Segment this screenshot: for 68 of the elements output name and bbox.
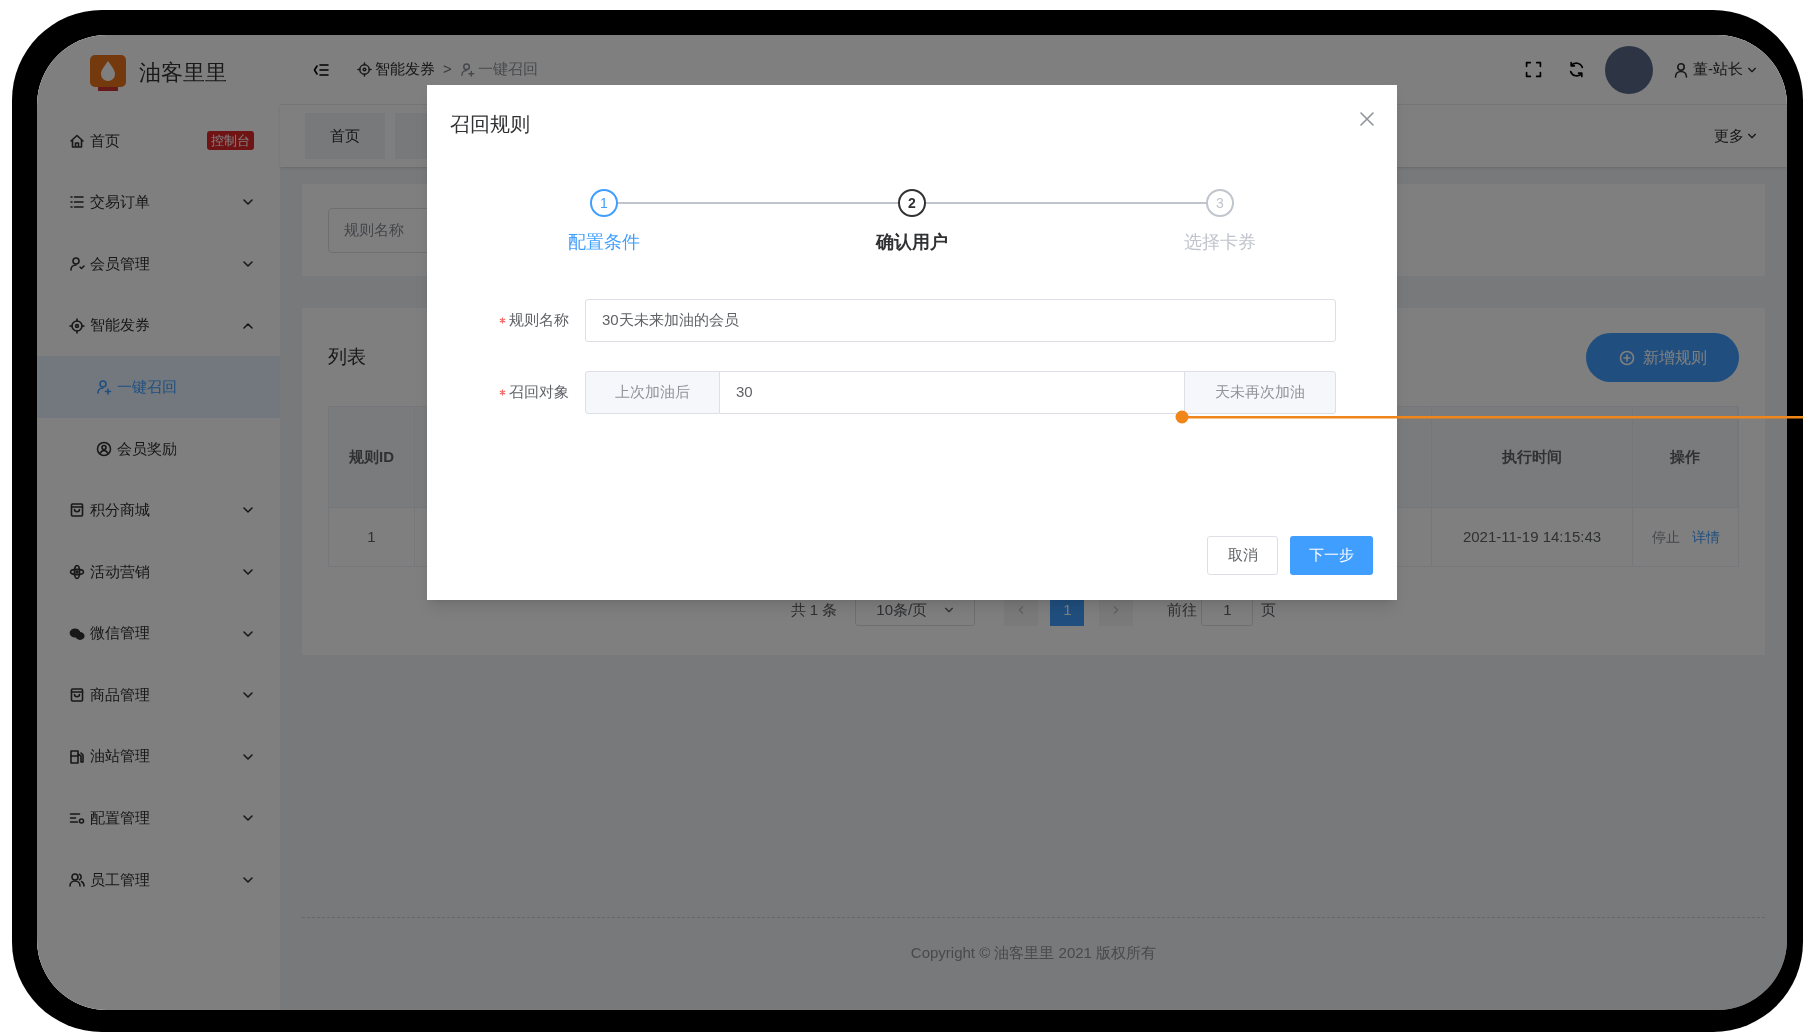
logo-icon [90,54,126,91]
badge: 控制台 [207,131,254,151]
chevron-down-icon [242,258,254,270]
step-label: 确认用户 [876,231,948,254]
step-number: 2 [898,189,926,217]
step-number: 3 [1206,189,1234,217]
refresh-icon[interactable] [1568,61,1585,78]
sidebar-item[interactable]: 首页 控制台 [37,110,280,172]
step-label: 配置条件 [568,231,640,254]
input-prepend: 上次加油后 [585,371,720,414]
sidebar-item[interactable]: 活动营销 [37,541,280,603]
rule-name-input[interactable]: 30天未来加油的会员 [585,299,1336,342]
user-menu[interactable]: 董-站长 [1673,58,1757,81]
cancel-button[interactable]: 取消 [1207,536,1278,575]
sidebar-item[interactable]: 员工管理 [37,849,280,911]
next-step-button[interactable]: 下一步 [1290,536,1373,575]
target-icon [357,62,372,77]
required-asterisk-icon [499,317,506,324]
sidebar-item[interactable]: 会员管理 [37,233,280,295]
list-title: 列表 [328,345,366,370]
action-link[interactable]: 停止 [1651,526,1680,548]
step-label: 选择卡券 [1184,231,1256,254]
input-append: 天未再次加油 [1184,371,1336,414]
chat-icon [69,625,85,642]
sidebar-item[interactable]: 配置管理 [37,787,280,850]
home-icon [69,132,85,149]
plus-circle-icon [1618,349,1635,366]
step-number: 1 [590,189,618,217]
field-label: 召回对象 [509,382,569,403]
fullscreen-icon[interactable] [1525,61,1542,78]
avatar-photo-placeholder[interactable] [1605,45,1653,94]
page-tab[interactable]: 首页 [305,113,385,159]
goto-suffix: 页 [1261,599,1277,620]
sidebar-item[interactable]: 微信管理 [37,602,280,665]
breadcrumb-separator: > [443,59,452,80]
caret-down-icon [944,605,955,615]
table-cell: 2021-11-19 14:15:43 [1432,508,1633,566]
target-icon [69,317,85,334]
field-label: 规则名称 [509,310,569,331]
days-input[interactable]: 30 [720,371,1184,414]
user-add-icon [96,379,112,396]
bag-icon [69,687,85,704]
user-add-icon [459,62,475,77]
list-icon [69,194,85,211]
collapse-menu-icon[interactable] [313,62,329,77]
required-asterisk-icon [499,389,506,396]
sidebar-item[interactable]: 油站管理 [37,725,280,788]
breadcrumb-link[interactable]: 智能发券 [357,58,435,81]
user-circle-icon [96,440,112,457]
user-icon [69,256,85,272]
sidebar-item[interactable]: 商品管理 [37,664,280,726]
bag-icon [69,502,85,519]
goto-label: 前往 [1167,599,1198,620]
column-header: 规则ID [329,407,415,507]
users-icon [69,871,85,888]
atom-icon [69,563,85,580]
close-icon[interactable] [1360,112,1374,126]
caret-down-icon [1747,131,1757,141]
table-cell: 1 [329,508,415,566]
user-icon [1673,61,1689,78]
dialog-title: 召回规则 [450,112,530,137]
app-name: 油客里里 [139,59,227,87]
fuel-pump-icon [69,748,85,765]
more-menu[interactable]: 更多 [1714,124,1757,148]
sidebar-item[interactable]: 交易订单 [37,171,280,234]
total-count: 共 1 条 [790,599,838,620]
sliders-icon [69,810,85,827]
sidebar-item[interactable]: 积分商城 [37,479,280,542]
